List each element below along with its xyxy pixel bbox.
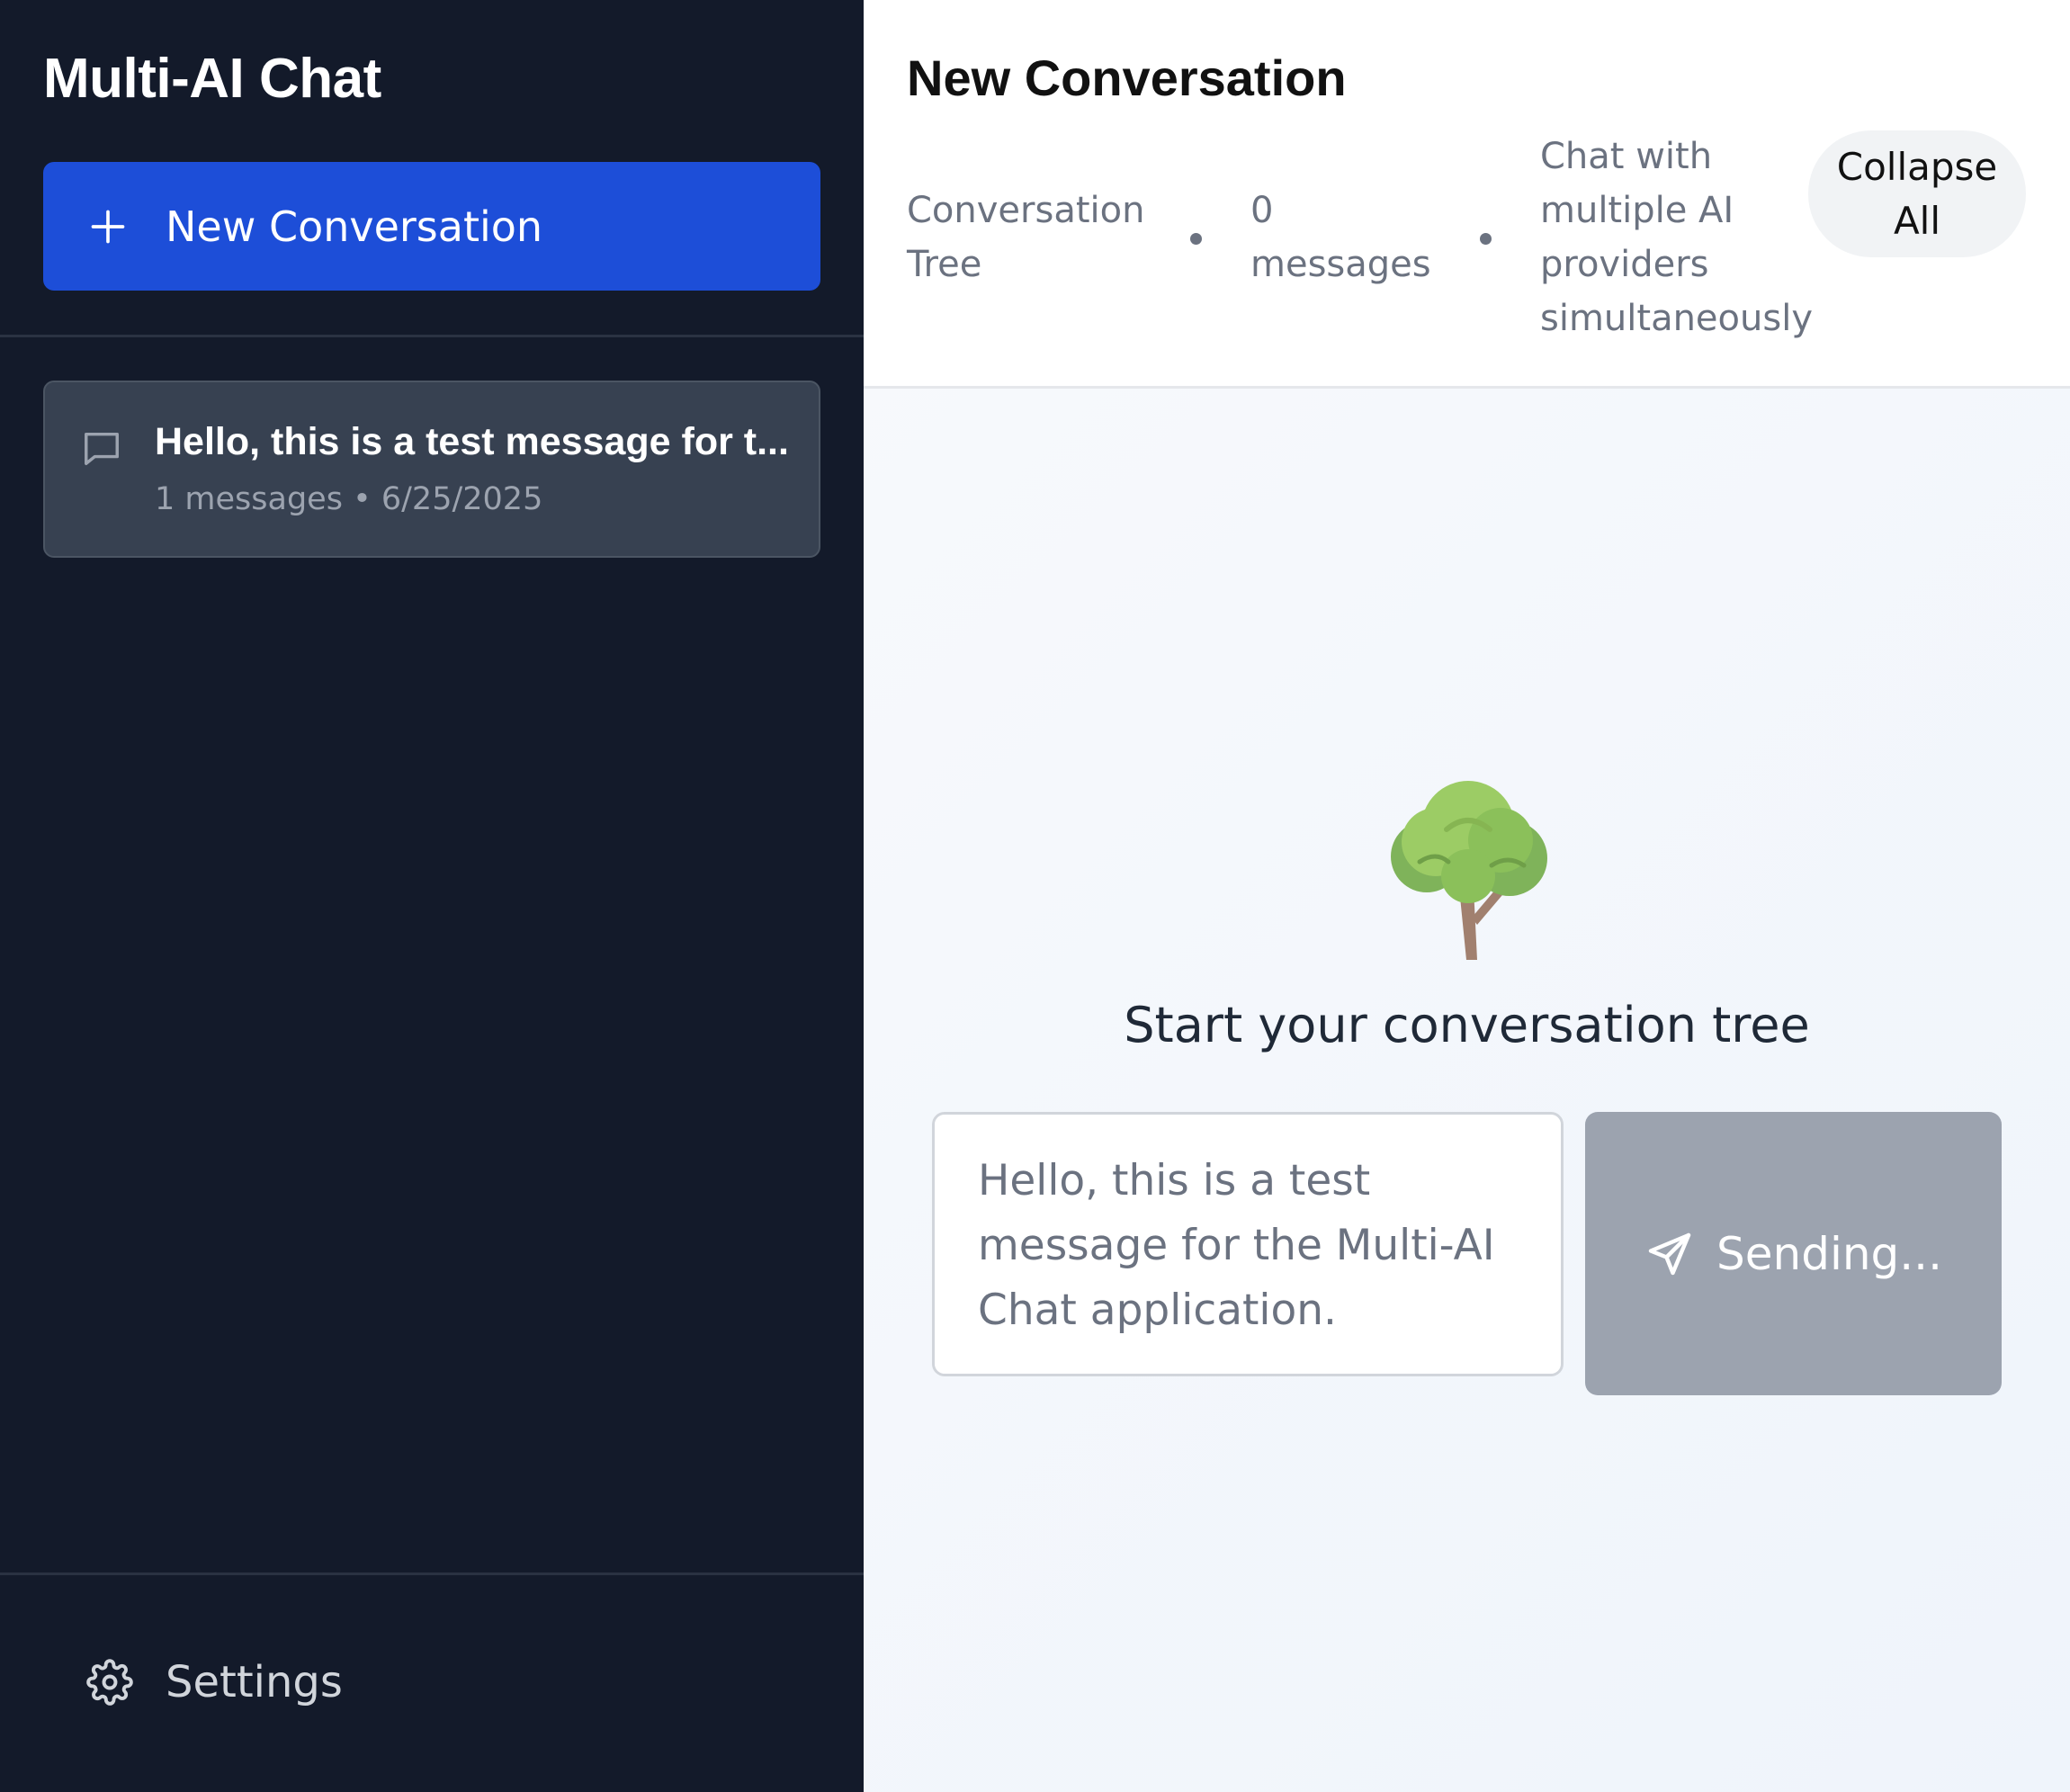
empty-state-title: Start your conversation tree [1124,997,1810,1053]
conversation-meta: 1 messages • 6/25/2025 [155,481,542,517]
new-conversation-label: New Conversation [166,202,543,251]
app-title: Multi-AI Chat [43,48,381,110]
settings-button[interactable]: Settings [86,1657,343,1707]
main-panel: New Conversation Conversation Tree 0 mes… [864,0,2070,1792]
conversation-date: 6/25/2025 [381,481,543,517]
sidebar: Multi-AI Chat New Conversation Hello, th… [0,0,864,1792]
send-button[interactable]: Sending... [1585,1112,2002,1395]
gear-icon [86,1659,133,1706]
conversation-meta-separator: • [353,481,372,517]
conversation-list-item[interactable]: Hello, this is a test message for t... 1… [43,381,820,558]
collapse-all-button[interactable]: Collapse All [1808,130,2026,257]
sidebar-footer-divider [0,1572,864,1575]
send-icon [1644,1229,1695,1279]
view-mode-label: Conversation Tree [907,190,1145,285]
header-description: Chat with multiple AI providers simultan… [1540,136,1813,339]
send-button-label: Sending... [1716,1227,1942,1280]
settings-label: Settings [166,1657,343,1707]
meta-separator-dot [1480,233,1492,245]
conversation-title: Hello, this is a test message for t... [155,420,789,463]
conversation-message-count: 1 messages [155,481,343,517]
app-root: Multi-AI Chat New Conversation Hello, th… [0,0,2070,1792]
message-count: 0 messages [1250,190,1431,285]
message-input[interactable]: Hello, this is a test message for the Mu… [932,1112,1564,1376]
chat-bubble-icon [81,427,122,469]
page-title: New Conversation [907,49,1347,106]
meta-separator-dot [1190,233,1202,245]
plus-icon [88,207,128,246]
tree-icon [1384,775,1553,964]
new-conversation-button[interactable]: New Conversation [43,162,820,291]
conversation-header: New Conversation Conversation Tree 0 mes… [864,0,2070,389]
sidebar-divider [0,335,864,337]
